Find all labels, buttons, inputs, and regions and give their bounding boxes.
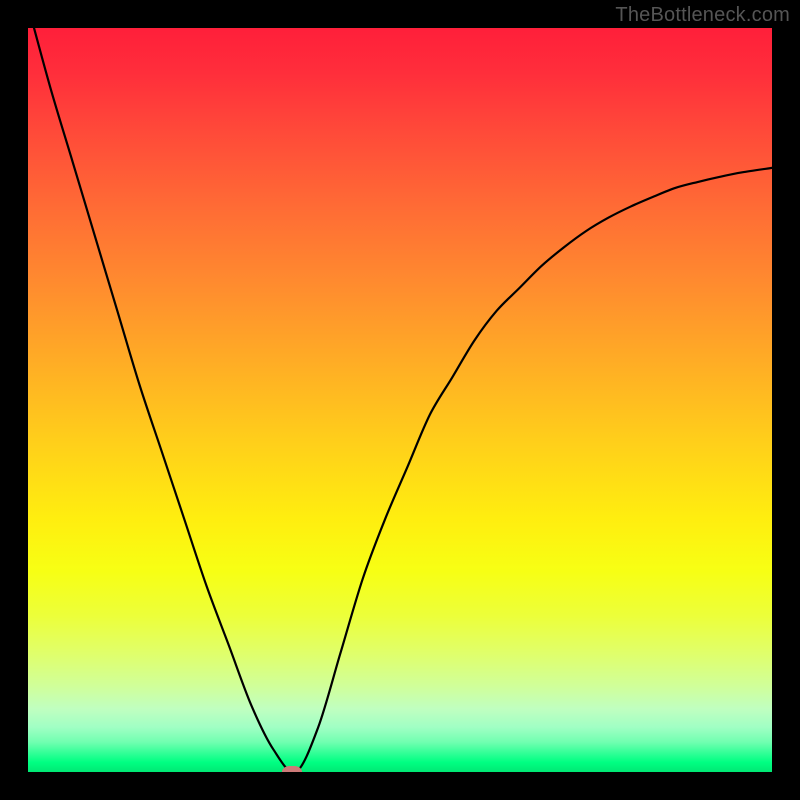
gradient-background (28, 28, 772, 772)
chart-frame: TheBottleneck.com (0, 0, 800, 800)
plot-area (28, 28, 772, 772)
watermark-text: TheBottleneck.com (615, 4, 790, 27)
optimal-marker (282, 766, 302, 772)
